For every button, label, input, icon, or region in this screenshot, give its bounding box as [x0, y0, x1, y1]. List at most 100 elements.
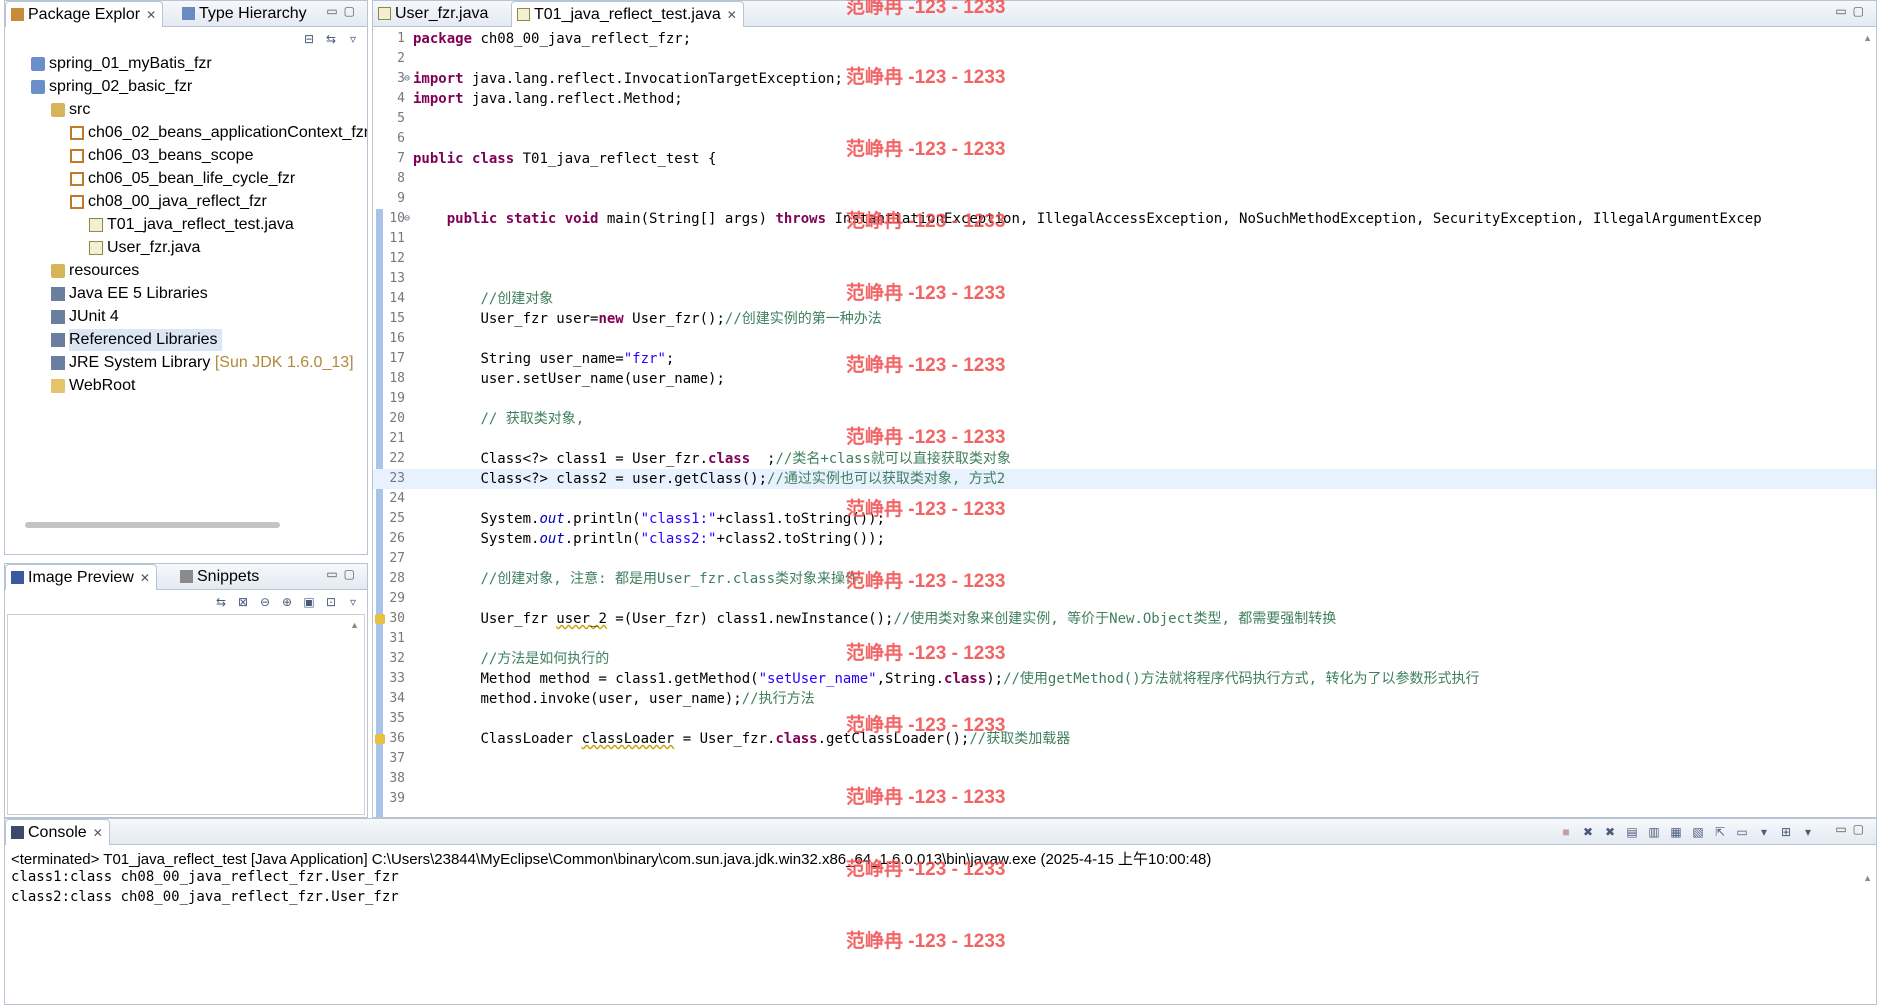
- dropdown-icon[interactable]: ▾: [1800, 824, 1816, 840]
- tree-item[interactable]: spring_01_myBatis_fzr: [31, 53, 212, 75]
- zoom-in-icon[interactable]: ⊕: [279, 594, 295, 610]
- string-literal: "class2:": [640, 531, 717, 547]
- keyword: throws: [775, 211, 827, 227]
- close-icon[interactable]: ✕: [727, 8, 737, 22]
- display-selected-console-icon[interactable]: ▭: [1734, 824, 1750, 840]
- close-icon[interactable]: ✕: [140, 571, 150, 585]
- keyword: class: [708, 451, 751, 467]
- code-text: .getClassLoader();: [817, 731, 970, 747]
- tab-console[interactable]: Console ✕: [5, 819, 110, 845]
- minimize-maximize-icons[interactable]: ▭▢: [1835, 822, 1870, 836]
- close-icon[interactable]: ✕: [93, 826, 103, 840]
- package-explorer-toolbar: ⊟ ⇆ ▿: [301, 29, 361, 49]
- line-number: 20: [389, 411, 405, 426]
- tree-item-label: src: [69, 101, 91, 118]
- collapse-all-icon[interactable]: ⊟: [301, 31, 317, 47]
- code-line: 6: [373, 129, 1876, 149]
- code-line: 7 public class T01_java_reflect_test {: [373, 149, 1876, 169]
- code-line: 35: [373, 709, 1876, 729]
- zoom-fit-icon[interactable]: ⊠: [235, 594, 251, 610]
- minimize-maximize-icons[interactable]: ▭▢: [1835, 4, 1870, 18]
- close-icon[interactable]: ✕: [146, 8, 156, 22]
- line-number: 5: [397, 111, 405, 126]
- terminate-icon[interactable]: ■: [1558, 824, 1574, 840]
- keyword: new: [598, 311, 624, 327]
- tree-item-label: Java EE 5 Libraries: [69, 285, 208, 302]
- line-number: 21: [389, 431, 405, 446]
- fit-window-icon[interactable]: ⊡: [323, 594, 339, 610]
- scroll-up-icon[interactable]: ▲: [1863, 873, 1872, 883]
- clear-console-icon[interactable]: ▤: [1624, 824, 1640, 840]
- code-line: 20 // 获取类对象,: [373, 409, 1876, 429]
- word-wrap-icon[interactable]: ▦: [1668, 824, 1684, 840]
- zoom-out-icon[interactable]: ⊖: [257, 594, 273, 610]
- remove-all-terminated-icon[interactable]: ✖: [1602, 824, 1618, 840]
- show-console-icon[interactable]: ▧: [1690, 824, 1706, 840]
- tab-t01-java-reflect-test[interactable]: T01_java_reflect_test.java ✕: [511, 1, 744, 27]
- tree-item-selected[interactable]: Referenced Libraries: [51, 329, 222, 351]
- tree-item[interactable]: ch08_00_java_reflect_fzr: [70, 191, 267, 213]
- remove-launch-icon[interactable]: ✖: [1580, 824, 1596, 840]
- tree-item[interactable]: WebRoot: [51, 375, 135, 397]
- tree-item[interactable]: JRE System Library [Sun JDK 1.6.0_13]: [51, 352, 354, 374]
- code-line: 9: [373, 189, 1876, 209]
- link-icon[interactable]: ⇆: [213, 594, 229, 610]
- tree-item[interactable]: JUnit 4: [51, 306, 119, 328]
- view-menu-icon[interactable]: ▿: [345, 594, 361, 610]
- minimize-maximize-icons[interactable]: ▭▢: [326, 4, 361, 18]
- code-text: java.lang.reflect.InvocationTargetExcept…: [463, 71, 843, 87]
- tab-package-explorer[interactable]: Package Explor ✕: [5, 1, 164, 27]
- actual-size-icon[interactable]: ▣: [301, 594, 317, 610]
- folder-icon: [51, 379, 65, 393]
- code-line: 37: [373, 749, 1876, 769]
- comment: //使用类对象来创建实例, 等价于New.Object类型, 都需要强制转换: [893, 611, 1337, 627]
- tab-image-preview[interactable]: Image Preview ✕: [5, 564, 157, 590]
- view-menu-icon[interactable]: ▿: [345, 31, 361, 47]
- code-text: = User_fzr.: [674, 731, 776, 747]
- tree-item[interactable]: T01_java_reflect_test.java: [89, 214, 294, 236]
- tree-item[interactable]: ch06_05_bean_life_cycle_fzr: [70, 168, 295, 190]
- tab-label: Console: [28, 824, 87, 841]
- tab-type-hierarchy[interactable]: Type Hierarchy: [177, 1, 313, 27]
- console-tabbar: Console ✕ ■ ✖ ✖ ▤ ▥ ▦ ▧ ⇱ ▭ ▾ ⊞ ▾ ▭▢: [5, 819, 1876, 845]
- tree-item[interactable]: User_fzr.java: [89, 237, 200, 259]
- scroll-up-icon[interactable]: ▲: [1863, 33, 1872, 43]
- line-number: 22: [389, 451, 405, 466]
- code-text: InstantiationException, IllegalAccessExc…: [826, 211, 1762, 227]
- console-body[interactable]: <terminated> T01_java_reflect_test [Java…: [5, 845, 1876, 1004]
- java-file-icon: [378, 7, 391, 20]
- open-console-icon[interactable]: ⊞: [1778, 824, 1794, 840]
- code-line: 2: [373, 49, 1876, 69]
- tab-user-fzr-java[interactable]: User_fzr.java: [373, 1, 494, 27]
- code-text: ;: [750, 451, 776, 467]
- scroll-up-icon[interactable]: ▲: [350, 620, 359, 630]
- tree-item[interactable]: src: [51, 99, 91, 121]
- scroll-lock-icon[interactable]: ▥: [1646, 824, 1662, 840]
- pin-console-icon[interactable]: ⇱: [1712, 824, 1728, 840]
- code-text: Method method = class1.getMethod(: [480, 671, 759, 687]
- dropdown-icon[interactable]: ▾: [1756, 824, 1772, 840]
- tree-item[interactable]: spring_02_basic_fzr: [31, 76, 193, 98]
- tab-snippets[interactable]: Snippets: [175, 564, 265, 590]
- project-icon: [31, 80, 45, 94]
- line-number: 36: [389, 731, 405, 746]
- tree-item[interactable]: resources: [51, 260, 139, 282]
- snippets-icon: [180, 570, 193, 583]
- tab-label: User_fzr.java: [395, 5, 489, 22]
- minimize-maximize-icons[interactable]: ▭▢: [326, 567, 361, 581]
- code-text: .println(: [564, 531, 641, 547]
- link-with-editor-icon[interactable]: ⇆: [323, 31, 339, 47]
- code-line: 29: [373, 589, 1876, 609]
- tree-item[interactable]: ch06_02_beans_applicationContext_fzr: [70, 122, 367, 144]
- horizontal-scrollbar[interactable]: [25, 522, 280, 528]
- fold-icon[interactable]: ⊖: [404, 209, 410, 229]
- tree-item[interactable]: Java EE 5 Libraries: [51, 283, 208, 305]
- package-explorer-panel: Package Explor ✕ Type Hierarchy ▭▢ ⊟ ⇆ ▿ …: [4, 0, 368, 555]
- code-line: 19: [373, 389, 1876, 409]
- tree-item-label: spring_02_basic_fzr: [49, 78, 193, 95]
- image-preview-icon: [11, 571, 24, 584]
- line-number: 35: [389, 711, 405, 726]
- tree-item[interactable]: ch06_03_beans_scope: [70, 145, 253, 167]
- fold-icon[interactable]: ⊖: [404, 69, 410, 89]
- project-icon: [31, 57, 45, 71]
